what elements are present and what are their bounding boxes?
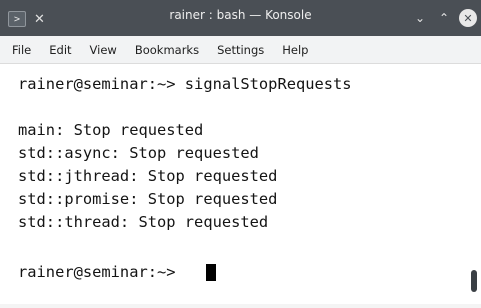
terminal-line-promise: std::promise: Stop requested bbox=[18, 190, 278, 208]
title-bar[interactable]: > ✕ rainer : bash — Konsole ⌄ ⌃ ✕ bbox=[0, 0, 481, 36]
terminal-line-async: std::async: Stop requested bbox=[18, 144, 259, 162]
menu-help[interactable]: Help bbox=[282, 43, 308, 57]
text-cursor bbox=[206, 264, 216, 281]
window-bottom-edge bbox=[0, 304, 481, 308]
menu-edit[interactable]: Edit bbox=[49, 43, 71, 57]
scrollbar[interactable] bbox=[467, 64, 481, 304]
menu-bar: File Edit View Bookmarks Settings Help bbox=[0, 36, 481, 64]
maximize-chevron-up-icon[interactable]: ⌃ bbox=[435, 9, 453, 27]
minimize-chevron-down-icon[interactable]: ⌄ bbox=[411, 9, 429, 27]
konsole-window: > ✕ rainer : bash — Konsole ⌄ ⌃ ✕ File E… bbox=[0, 0, 481, 308]
menu-view[interactable]: View bbox=[90, 43, 117, 57]
terminal-line-command: rainer@seminar:~> signalStopRequests bbox=[18, 75, 352, 93]
menu-settings[interactable]: Settings bbox=[217, 43, 264, 57]
terminal-line-jthread: std::jthread: Stop requested bbox=[18, 167, 278, 185]
close-icon[interactable]: ✕ bbox=[459, 9, 477, 27]
terminal-line-main: main: Stop requested bbox=[18, 121, 204, 139]
terminal-prompt: rainer@seminar:~> bbox=[18, 263, 185, 281]
menu-file[interactable]: File bbox=[12, 43, 31, 57]
scrollbar-thumb[interactable] bbox=[471, 270, 477, 292]
menu-bookmarks[interactable]: Bookmarks bbox=[135, 43, 199, 57]
terminal-line-thread: std::thread: Stop requested bbox=[18, 213, 269, 231]
window-controls: ⌄ ⌃ ✕ bbox=[405, 6, 477, 30]
terminal-output[interactable]: rainer@seminar:~> signalStopRequests mai… bbox=[0, 64, 481, 304]
